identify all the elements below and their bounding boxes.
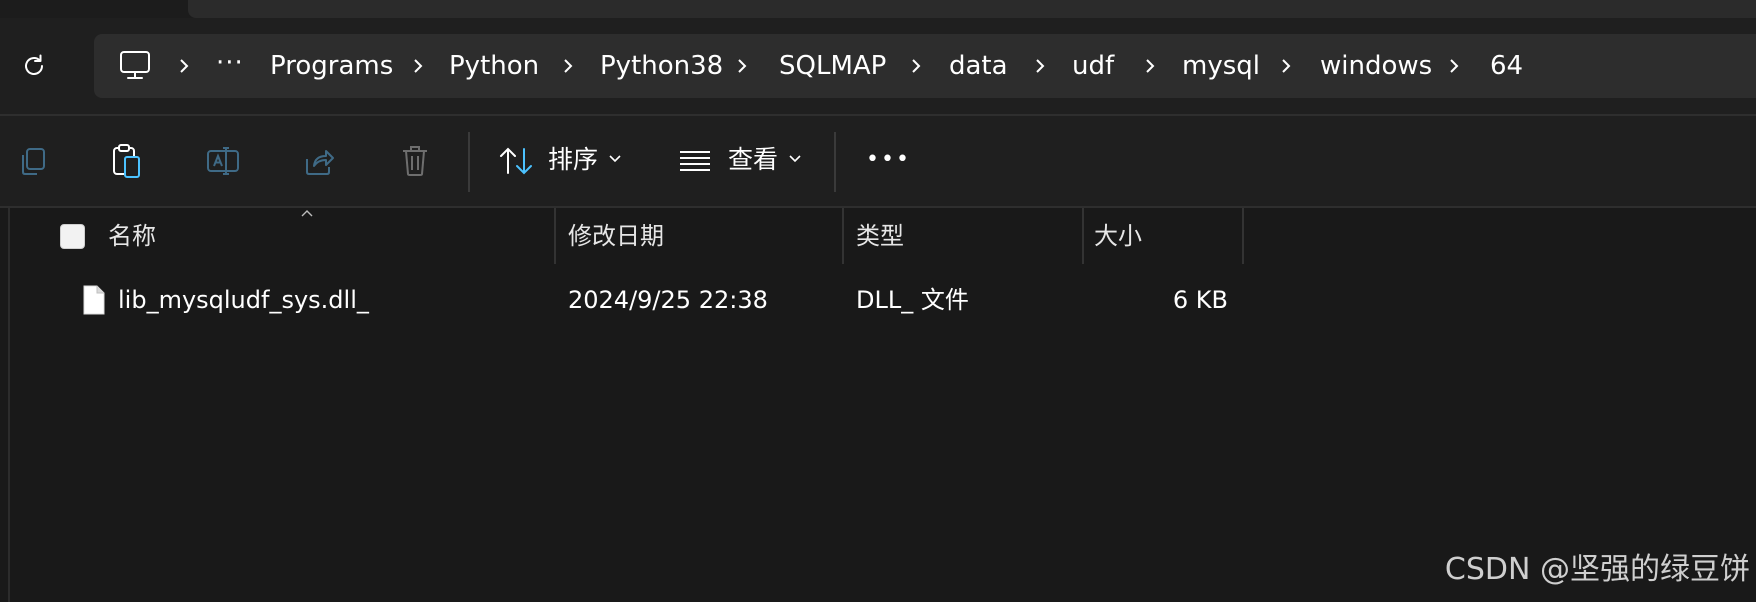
column-header-name[interactable]: 名称	[108, 216, 156, 256]
copy-icon	[22, 148, 45, 175]
chevron-right-icon[interactable]	[1278, 56, 1294, 76]
chevron-right-icon[interactable]	[560, 56, 576, 76]
chevron-down-icon	[609, 155, 621, 163]
breadcrumb-item-udf[interactable]: udf	[1072, 48, 1114, 84]
column-header-date[interactable]: 修改日期	[568, 216, 664, 256]
rename-icon	[207, 147, 239, 175]
command-separator	[468, 132, 470, 192]
file-name[interactable]: lib_mysqludf_sys.dll_	[118, 280, 369, 320]
breadcrumb-item-programs[interactable]: Programs	[270, 48, 393, 84]
chevron-right-icon[interactable]	[410, 56, 426, 76]
paste-button[interactable]	[104, 138, 150, 184]
rename-button[interactable]	[200, 138, 246, 184]
file-row[interactable]: lib_mysqludf_sys.dll_ 2024/9/25 22:38 DL…	[0, 278, 1756, 322]
sort-ascending-icon	[301, 210, 313, 217]
chevron-down-icon	[789, 155, 801, 163]
breadcrumb-item-python[interactable]: Python	[449, 48, 539, 84]
refresh-button[interactable]	[14, 46, 54, 86]
more-options-button[interactable]: •••	[866, 140, 911, 180]
delete-icon	[403, 146, 427, 176]
sort-label: 排序	[548, 145, 599, 174]
column-separator[interactable]	[842, 208, 844, 264]
computer-icon[interactable]	[118, 50, 152, 82]
chevron-right-icon[interactable]	[1142, 56, 1158, 76]
command-bar: 排序 查看 •••	[0, 116, 1756, 206]
select-all-checkbox[interactable]	[60, 224, 85, 249]
share-button[interactable]	[296, 138, 342, 184]
column-separator[interactable]	[1082, 208, 1084, 264]
column-header-size[interactable]: 大小	[1094, 216, 1142, 256]
refresh-icon	[25, 54, 43, 75]
breadcrumb-item-sqlmap[interactable]: SQLMAP	[779, 48, 886, 84]
watermark: CSDN @坚强的绿豆饼	[1444, 552, 1750, 587]
address-row: ··· Programs Python Python38 SQLMAP data…	[0, 18, 1756, 114]
delete-button[interactable]	[392, 138, 438, 184]
file-type: DLL_ 文件	[856, 286, 969, 314]
file-size: 6 KB	[1172, 286, 1228, 314]
window-tab[interactable]	[188, 0, 1756, 18]
breadcrumb-item-64[interactable]: 64	[1490, 48, 1523, 84]
breadcrumb-item-data[interactable]: data	[949, 48, 1008, 84]
file-icon	[83, 285, 105, 315]
chevron-right-icon[interactable]	[1446, 56, 1462, 76]
command-separator	[834, 132, 836, 192]
copy-button[interactable]	[10, 138, 56, 184]
sort-arrows-icon	[500, 147, 532, 175]
breadcrumb-item-python38[interactable]: Python38	[600, 48, 723, 84]
address-bar[interactable]: ··· Programs Python Python38 SQLMAP data…	[94, 34, 1756, 98]
column-header-type[interactable]: 类型	[856, 216, 904, 256]
file-date: 2024/9/25 22:38	[568, 286, 768, 314]
view-lines-icon	[680, 151, 710, 171]
chevron-right-icon[interactable]	[908, 56, 924, 76]
share-icon	[306, 150, 334, 175]
file-explorer-window: ··· Programs Python Python38 SQLMAP data…	[0, 0, 1756, 602]
chevron-right-icon[interactable]	[734, 56, 750, 76]
column-separator[interactable]	[554, 208, 556, 264]
breadcrumb-overflow[interactable]: ···	[216, 48, 244, 84]
chevron-right-icon[interactable]	[176, 56, 192, 76]
column-header-row: 名称 修改日期 类型 大小	[0, 208, 1756, 264]
navigation-pane-edge[interactable]	[8, 208, 10, 602]
paste-icon	[113, 144, 140, 178]
chevron-right-icon[interactable]	[1032, 56, 1048, 76]
breadcrumb-item-windows[interactable]: windows	[1320, 48, 1432, 84]
view-label: 查看	[728, 145, 779, 174]
breadcrumb-item-mysql[interactable]: mysql	[1182, 48, 1260, 84]
title-strip	[0, 0, 1756, 18]
column-separator[interactable]	[1242, 208, 1244, 264]
